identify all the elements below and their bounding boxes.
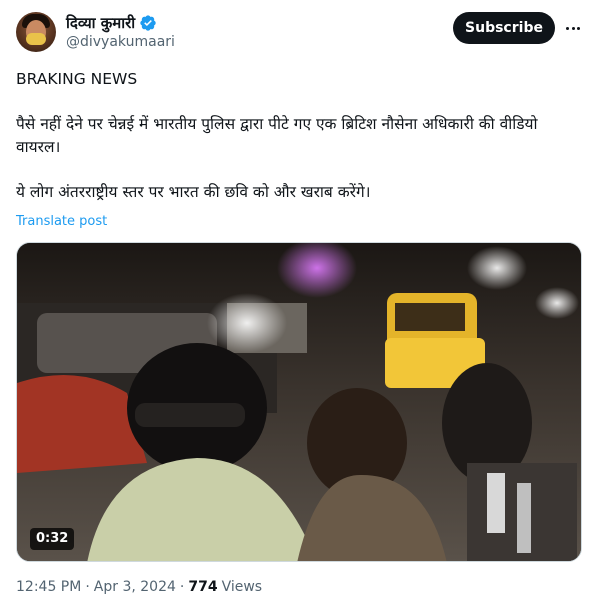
tweet-meta: 12:45 PM · Apr 3, 2024 · 774 Views xyxy=(16,579,262,595)
video-player[interactable] xyxy=(16,242,582,562)
author-handle[interactable]: @divyakumaari xyxy=(66,34,175,50)
more-dot xyxy=(571,26,575,30)
tweet-line-body: पैसे नहीं देने पर चेन्नई में भारतीय पुलि… xyxy=(16,115,538,156)
views-count: 774 xyxy=(188,579,218,595)
author-display-name[interactable]: दिव्या कुमारी xyxy=(66,13,135,33)
verified-badge-icon xyxy=(140,15,156,31)
more-dot xyxy=(566,26,570,30)
tweet-header: दिव्या कुमारी @divyakumaari Subscribe xyxy=(16,12,582,56)
meta-separator: · xyxy=(85,579,90,595)
video-thumbnail xyxy=(17,243,581,561)
post-time[interactable]: 12:45 PM xyxy=(16,579,81,595)
tweet-line-headline: BRAKING NEWS xyxy=(16,70,138,88)
avatar-mask xyxy=(26,33,46,45)
video-duration-badge: 0:32 xyxy=(30,528,75,550)
name-row: दिव्या कुमारी xyxy=(66,13,157,33)
more-options-icon[interactable] xyxy=(562,16,584,40)
subscribe-button[interactable]: Subscribe xyxy=(453,12,555,44)
translate-post-link[interactable]: Translate post xyxy=(16,214,107,229)
post-date[interactable]: Apr 3, 2024 xyxy=(94,579,176,595)
more-dot xyxy=(576,26,580,30)
views-label: Views xyxy=(221,579,263,595)
tweet-line-comment: ये लोग अंतरराष्ट्रीय स्तर पर भारत की छवि… xyxy=(16,183,371,201)
avatar[interactable] xyxy=(16,12,56,52)
meta-separator: · xyxy=(179,579,185,595)
tweet-text: BRAKING NEWS पैसे नहीं देने पर चेन्नई मे… xyxy=(16,68,582,204)
